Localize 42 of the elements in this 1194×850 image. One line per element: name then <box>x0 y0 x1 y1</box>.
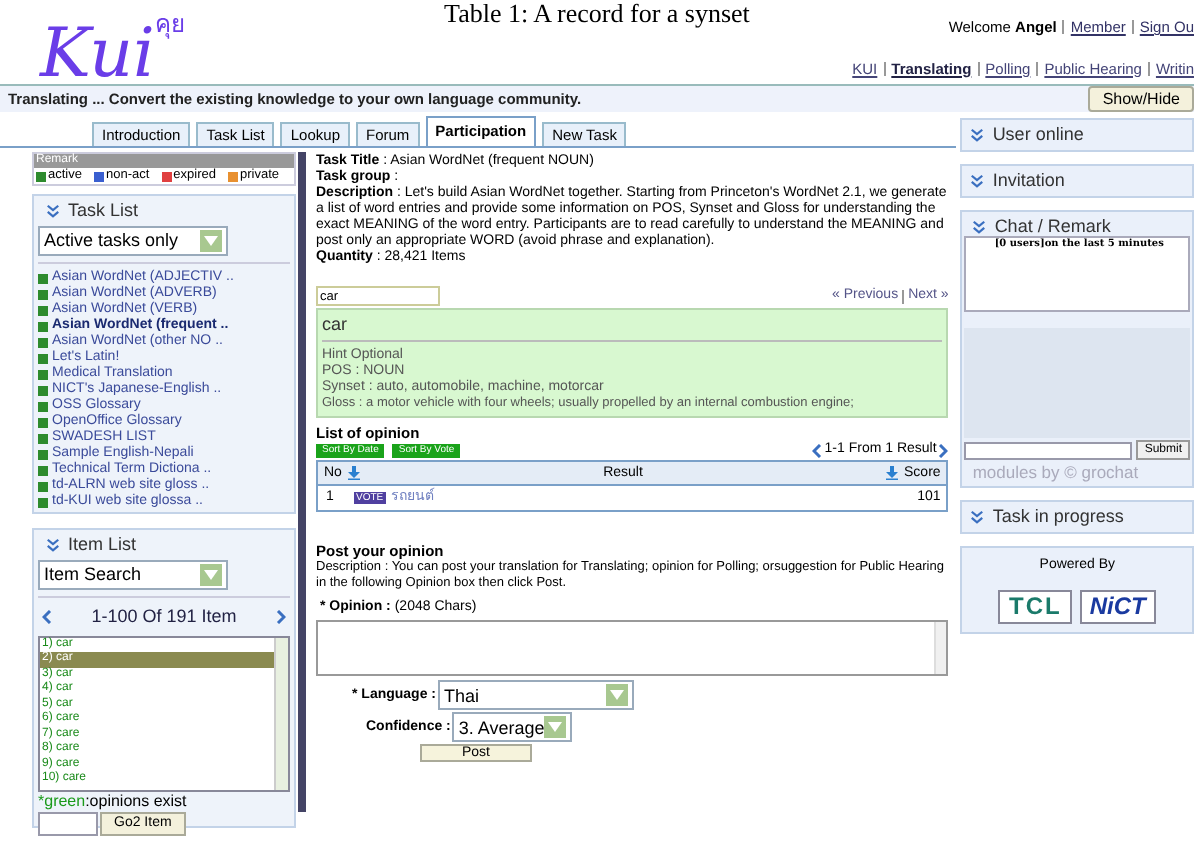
entry-word: car <box>322 314 943 342</box>
show-hide-button[interactable]: Show/Hide <box>1088 86 1194 112</box>
note-text: :opinions exist <box>85 791 187 811</box>
credit-text: modules by © grochat <box>970 460 1141 486</box>
item-search-select[interactable]: Item Search <box>38 560 228 590</box>
panel-title: Invitation <box>992 167 1065 194</box>
panel-title: User online <box>992 121 1084 148</box>
dropdown-arrow-icon[interactable] <box>606 684 629 706</box>
next-page-icon[interactable] <box>275 610 286 625</box>
collapse-chevron-icon[interactable] <box>46 204 60 218</box>
scrollbar[interactable] <box>934 622 947 674</box>
opinion-textarea[interactable] <box>316 620 949 676</box>
language-select[interactable]: Thai <box>438 680 635 710</box>
collapse-chevron-icon[interactable] <box>970 128 985 142</box>
sponsor-logo[interactable]: TCL <box>998 589 1072 623</box>
collapse-chevron-icon[interactable] <box>970 510 985 524</box>
sort-arrow-icon[interactable] <box>348 466 360 480</box>
item-pager-text: 1-100 Of 191 Item <box>91 604 237 630</box>
chat-message-field[interactable] <box>964 441 1133 459</box>
next-page-icon[interactable] <box>938 443 949 457</box>
sponsor-logo[interactable]: NiCT <box>1079 589 1156 623</box>
panel-title: Task in progress <box>992 503 1124 530</box>
item-number-field[interactable] <box>38 811 98 835</box>
panel-title: Task List <box>68 197 139 224</box>
dropdown-arrow-icon[interactable] <box>200 564 222 586</box>
collapse-chevron-icon[interactable] <box>970 174 985 188</box>
previous-page-icon[interactable] <box>812 443 823 457</box>
previous-page-icon[interactable] <box>42 610 52 625</box>
task-filter-select[interactable]: Active tasks only <box>38 226 228 256</box>
confidence-select[interactable]: 3. Average <box>452 712 573 742</box>
dropdown-arrow-icon[interactable] <box>200 230 222 252</box>
note-marker: *green <box>38 791 86 811</box>
figure-caption: Table 1: A record for a synset <box>444 0 750 28</box>
logo-thai-text: คุย <box>154 12 185 36</box>
collapse-chevron-icon[interactable] <box>46 538 60 552</box>
collapse-chevron-icon[interactable] <box>972 220 987 234</box>
panel-title: Item List <box>68 531 137 558</box>
sort-arrow-icon[interactable] <box>886 466 899 480</box>
panel-title: Chat / Remark <box>994 213 1111 238</box>
dropdown-arrow-icon[interactable] <box>544 716 567 738</box>
logo-text: Kui <box>40 20 155 88</box>
scrollbar[interactable] <box>274 637 288 789</box>
